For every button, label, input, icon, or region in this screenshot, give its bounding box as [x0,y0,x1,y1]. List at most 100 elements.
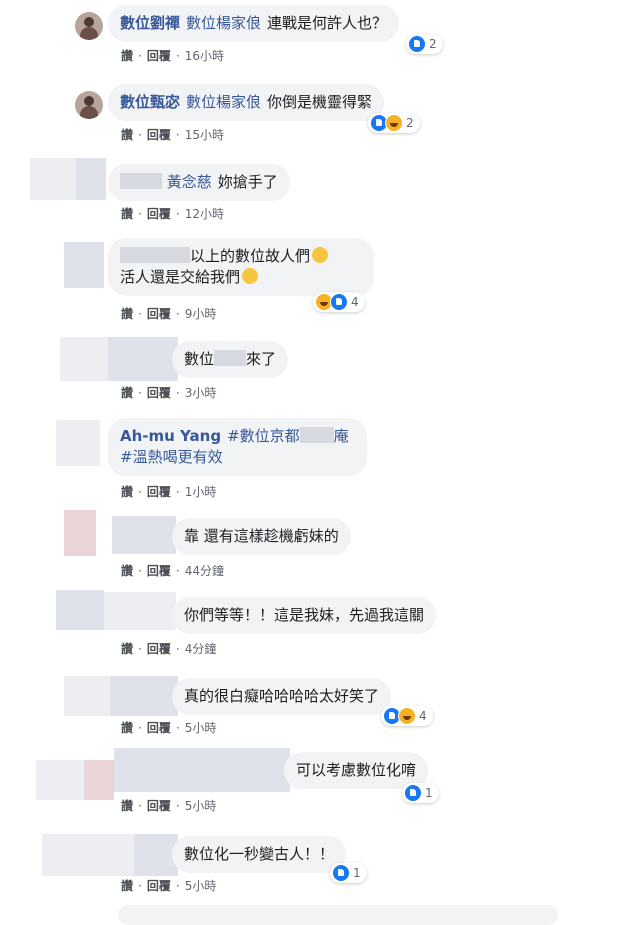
timestamp[interactable]: 12小時 [185,205,224,222]
comment-text: 來了 [246,350,277,368]
thinking-emoji-icon [312,247,329,263]
reply-link[interactable]: 回覆 [147,797,171,814]
hashtag-link[interactable]: 庵 [334,427,349,445]
separator: · [138,307,142,321]
blurred-avatar [76,158,106,200]
blurred-avatar [42,834,88,876]
smiling-emoji-icon [242,268,259,284]
like-link[interactable]: 讚 [121,797,133,814]
reaction-count: 4 [419,709,427,723]
avatar[interactable] [75,12,103,40]
like-link[interactable]: 讚 [121,640,133,657]
separator: · [138,564,142,578]
reaction-count: 2 [429,37,437,51]
separator: · [138,386,142,400]
reply-link[interactable]: 回覆 [147,719,171,736]
reaction-count: 1 [353,866,361,880]
timestamp[interactable]: 9小時 [185,305,217,322]
separator: · [175,485,180,499]
timestamp[interactable]: 5小時 [185,877,217,894]
separator: · [138,207,142,221]
blurred-avatar [30,158,76,200]
reaction-summary[interactable]: 1 [402,783,439,803]
blurred-avatar [108,337,178,381]
like-link[interactable]: 讚 [121,205,133,222]
author-name[interactable]: 數位甄宓 [120,93,180,111]
author-name[interactable]: Ah-mu Yang [120,427,221,445]
reply-link[interactable]: 回覆 [147,47,171,64]
reply-link[interactable]: 回覆 [147,640,171,657]
separator: · [175,207,180,221]
comment-bubble: 你們等等！！這是我妹，先過我這關 [172,597,437,634]
comment-actions: 讚 · 回覆 · 12小時 [121,205,224,222]
separator: · [175,564,180,578]
like-link[interactable]: 讚 [121,384,133,401]
timestamp[interactable]: 5小時 [185,719,217,736]
blurred-avatar [60,337,108,381]
like-link[interactable]: 讚 [121,877,133,894]
mention-link[interactable]: 黃念慈 [167,173,212,191]
timestamp[interactable]: 4分鐘 [185,640,217,657]
reaction-summary[interactable]: 4 [381,706,433,726]
comment-text: 真的很白癡哈哈哈哈太好笑了 [184,687,380,705]
hashtag-link[interactable]: #數位京都 [227,427,300,445]
reaction-summary[interactable]: 2 [368,113,420,133]
timestamp[interactable]: 15小時 [185,126,224,143]
like-link[interactable]: 讚 [121,126,133,143]
author-name[interactable]: 數位劉禪 [120,14,180,32]
like-link[interactable]: 讚 [121,719,133,736]
comment-text: 連戰是何許人也？ [267,14,388,32]
comment-actions: 讚 · 回覆 · 5小時 [121,719,216,736]
comment-text: 可以考慮數位化唷 [296,761,417,779]
like-reaction-icon [330,293,348,311]
like-link[interactable]: 讚 [121,47,133,64]
timestamp[interactable]: 1小時 [185,483,217,500]
timestamp[interactable]: 3小時 [185,384,217,401]
haha-reaction-icon [385,114,403,132]
reply-link[interactable]: 回覆 [147,384,171,401]
comment-text: 妳搶手了 [217,173,278,191]
timestamp[interactable]: 16小時 [185,47,224,64]
separator: · [138,128,142,142]
separator: · [175,642,180,656]
comment-bubble: 數位化一秒變古人！！ [172,836,347,873]
reply-link[interactable]: 回覆 [147,305,171,322]
comment-bubble-partial [118,905,558,925]
avatar[interactable] [75,91,103,119]
reply-link[interactable]: 回覆 [147,483,171,500]
reaction-summary[interactable]: 1 [330,863,367,883]
timestamp[interactable]: 5小時 [185,797,217,814]
comment-bubble: 數位甄宓 數位楊家俍 你倒是機靈得緊 [108,84,385,121]
comment-bubble: 真的很白癡哈哈哈哈太好笑了 [172,678,392,715]
blurred-avatar [36,760,84,800]
separator: · [138,799,142,813]
like-reaction-icon [408,35,426,53]
separator: · [138,485,142,499]
reply-link[interactable]: 回覆 [147,562,171,579]
like-link[interactable]: 讚 [121,483,133,500]
reply-link[interactable]: 回覆 [147,205,171,222]
reply-link[interactable]: 回覆 [147,877,171,894]
comment-actions: 讚 · 回覆 · 44分鐘 [121,562,224,579]
reaction-summary[interactable]: 2 [406,34,443,54]
blurred-avatar [112,516,176,554]
comment-bubble: 數位 來了 [172,341,289,378]
reaction-count: 1 [425,786,433,800]
comment-bubble: 數位劉禪 數位楊家俍 連戰是何許人也？ [108,5,400,42]
blurred-avatar [104,592,176,630]
blurred-avatar [64,676,110,716]
like-link[interactable]: 讚 [121,562,133,579]
reply-link[interactable]: 回覆 [147,126,171,143]
like-link[interactable]: 讚 [121,305,133,322]
mention-link[interactable]: 數位楊家俍 [186,93,261,111]
comment-text: 數位化一秒變古人！！ [184,845,335,863]
reaction-summary[interactable]: 4 [313,292,365,312]
hashtag-link[interactable]: #溫熱喝更有效 [120,448,223,466]
timestamp[interactable]: 44分鐘 [185,562,224,579]
redacted-name [120,247,190,263]
comment-actions: 讚 · 回覆 · 3小時 [121,384,216,401]
mention-link[interactable]: 數位楊家俍 [186,14,261,32]
blurred-avatar [110,676,178,716]
separator: · [138,879,142,893]
blurred-avatar [114,748,290,792]
